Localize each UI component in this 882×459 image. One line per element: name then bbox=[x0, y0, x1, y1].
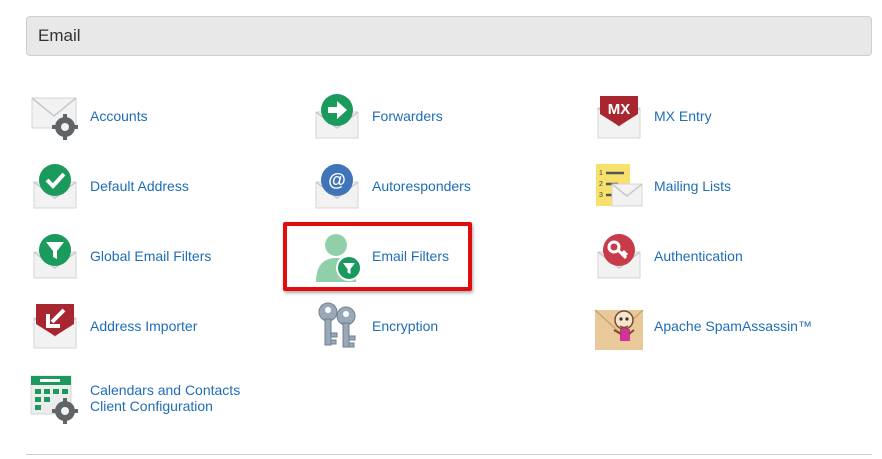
authentication-label: Authentication bbox=[654, 248, 743, 264]
email-filters-highlight-box bbox=[283, 222, 472, 291]
default-address-link[interactable]: Default Address bbox=[30, 158, 189, 214]
envelope-filter-icon bbox=[30, 230, 82, 282]
accounts-link[interactable]: Accounts bbox=[30, 88, 148, 144]
spamassassin-icon bbox=[594, 300, 646, 352]
envelope-mx-icon: MX bbox=[594, 90, 646, 142]
envelope-key-icon bbox=[594, 230, 646, 282]
calendars-contacts-link[interactable]: Calendars and Contacts Client Configurat… bbox=[30, 370, 240, 426]
envelope-checkmark-icon bbox=[30, 160, 82, 212]
envelope-gear-icon bbox=[30, 90, 82, 142]
bottom-divider bbox=[26, 454, 872, 455]
default-address-label: Default Address bbox=[90, 178, 189, 194]
autoresponders-label: Autoresponders bbox=[372, 178, 471, 194]
address-importer-link[interactable]: Address Importer bbox=[30, 298, 197, 354]
encryption-label: Encryption bbox=[372, 318, 439, 334]
calendars-contacts-label-line1: Calendars and Contacts bbox=[90, 382, 241, 398]
svg-text:MX: MX bbox=[608, 101, 631, 118]
svg-text:3: 3 bbox=[599, 192, 603, 199]
calendar-gear-icon bbox=[30, 372, 82, 424]
accounts-label: Accounts bbox=[90, 108, 148, 124]
mx-entry-link[interactable]: MX MX Entry bbox=[594, 88, 712, 144]
address-importer-label: Address Importer bbox=[90, 318, 198, 334]
apache-spamassassin-label: Apache SpamAssassin™ bbox=[654, 318, 812, 334]
apache-spamassassin-link[interactable]: Apache SpamAssassin™ bbox=[594, 298, 812, 354]
list-envelope-icon: 1 2 3 bbox=[594, 160, 646, 212]
autoresponders-link[interactable]: @ Autoresponders bbox=[312, 158, 471, 214]
calendars-contacts-label-line2: Client Configuration bbox=[90, 398, 213, 414]
section-header: Email bbox=[26, 16, 872, 56]
svg-text:@: @ bbox=[328, 170, 346, 190]
envelope-at-icon: @ bbox=[312, 160, 364, 212]
svg-text:2: 2 bbox=[599, 181, 603, 188]
mailing-lists-link[interactable]: 1 2 3 Mailing Lists bbox=[594, 158, 731, 214]
forwarders-link[interactable]: Forwarders bbox=[312, 88, 443, 144]
envelope-forward-arrow-icon bbox=[312, 90, 364, 142]
forwarders-label: Forwarders bbox=[372, 108, 443, 124]
mx-entry-label: MX Entry bbox=[654, 108, 712, 124]
authentication-link[interactable]: Authentication bbox=[594, 228, 743, 284]
calendars-contacts-label: Calendars and Contacts Client Configurat… bbox=[90, 382, 240, 414]
encryption-link[interactable]: Encryption bbox=[312, 298, 438, 354]
global-email-filters-link[interactable]: Global Email Filters bbox=[30, 228, 211, 284]
mailing-lists-label: Mailing Lists bbox=[654, 178, 732, 194]
envelope-import-arrow-icon bbox=[30, 300, 82, 352]
global-email-filters-label: Global Email Filters bbox=[90, 248, 212, 264]
svg-text:1: 1 bbox=[599, 170, 603, 177]
section-title: Email bbox=[38, 26, 81, 45]
keys-icon bbox=[312, 300, 364, 352]
